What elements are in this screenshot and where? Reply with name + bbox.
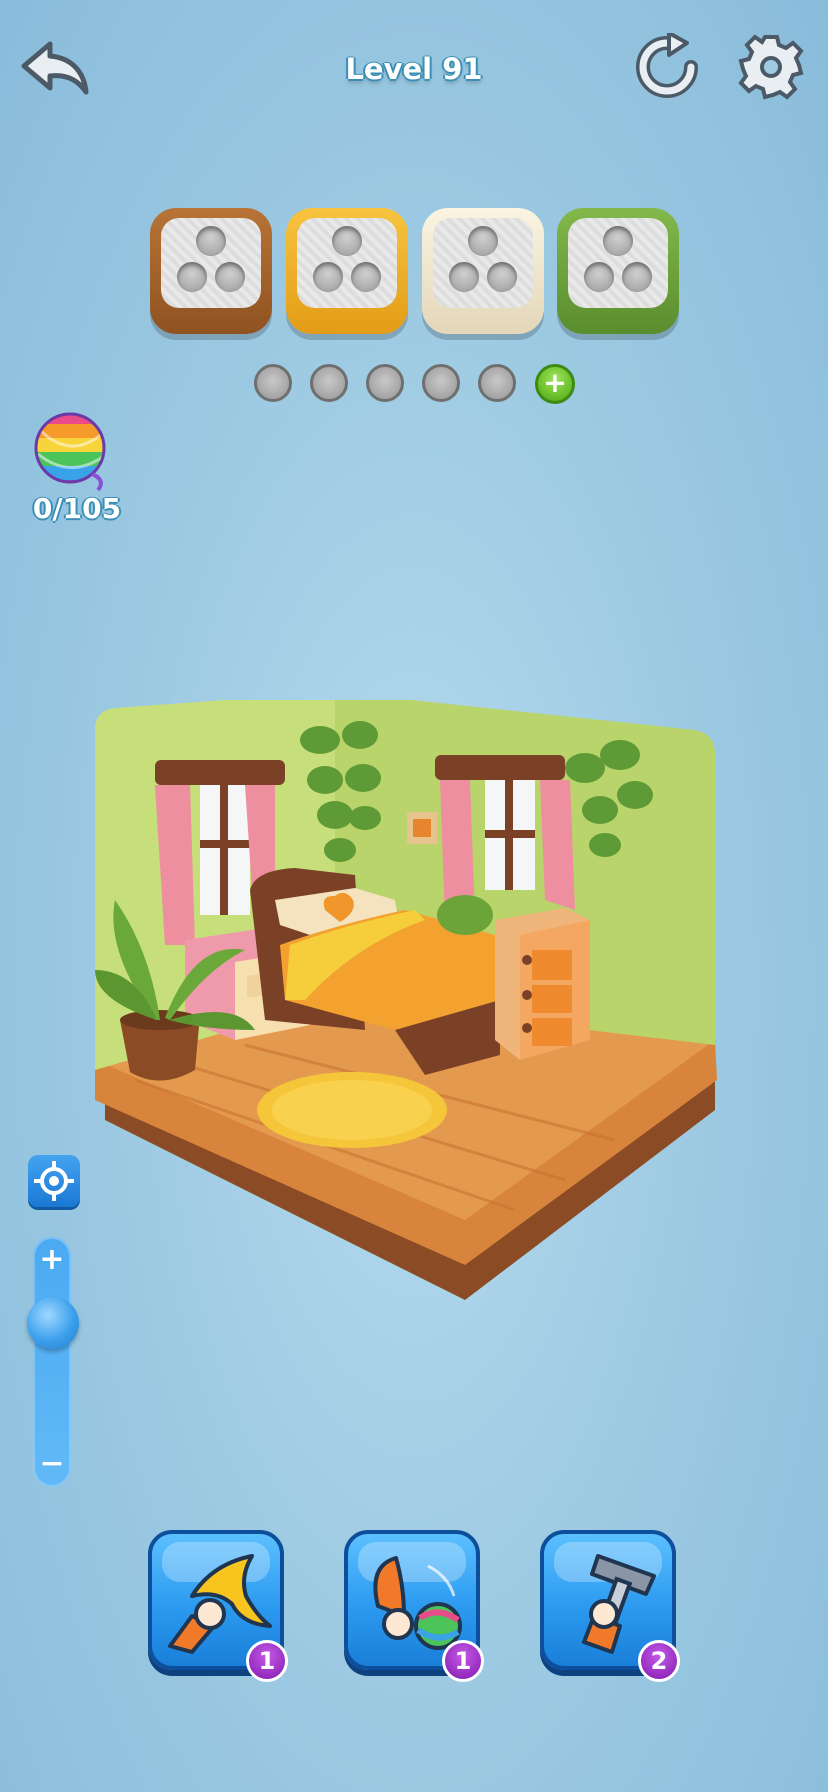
empty-slot[interactable] [254,364,292,402]
add-slot-button[interactable]: + [535,364,575,404]
settings-button[interactable] [738,34,804,100]
cream-spool[interactable] [422,208,544,334]
zoom-out-button[interactable]: − [33,1442,71,1486]
brown-spool[interactable] [150,208,272,334]
knitted-bedroom-scene[interactable] [95,692,725,1310]
green-spool[interactable] [557,208,679,334]
gear-icon [738,34,804,100]
empty-slot[interactable] [478,364,516,402]
hammer-count-badge: 2 [638,1640,680,1682]
crosshair-icon [34,1161,74,1201]
restart-icon [636,31,698,98]
hammer-booster[interactable]: 2 [540,1530,680,1682]
throw-yarn-booster[interactable]: 1 [344,1530,484,1682]
rainbow-yarn-ball-icon [30,410,112,492]
yarn-progress-counter: 0/105 [32,492,122,525]
boomerang-count-badge: 1 [246,1640,288,1682]
zoom-in-button[interactable]: + [33,1238,71,1282]
empty-slot[interactable] [422,364,460,402]
empty-slot[interactable] [310,364,348,402]
restart-button[interactable] [633,31,701,101]
yellow-spool[interactable] [286,208,408,334]
recenter-button[interactable] [28,1155,80,1207]
boomerang-booster[interactable]: 1 [148,1530,288,1682]
level-title: Level 91 [345,52,483,86]
throw-yarn-count-badge: 1 [442,1640,484,1682]
zoom-slider-knob[interactable] [27,1297,79,1349]
empty-slot[interactable] [366,364,404,402]
